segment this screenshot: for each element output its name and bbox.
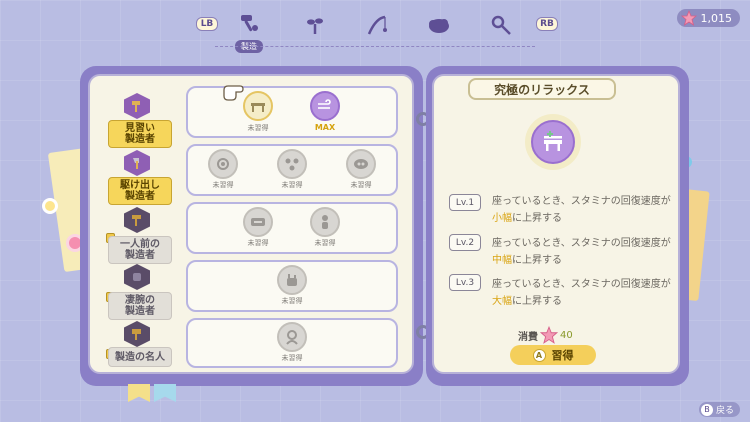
bug-net-icon — [491, 15, 511, 35]
desc-text: に上昇する — [512, 296, 562, 307]
bench-plus-icon — [544, 131, 562, 151]
skill-node[interactable] — [277, 149, 307, 179]
box-icon — [251, 218, 265, 226]
level-description: 座っているとき、スタミナの回復速度が中幅に上昇する — [492, 235, 672, 269]
rank-master[interactable]: 製造の名人 — [108, 347, 172, 367]
tab-bug-catching[interactable] — [488, 12, 514, 38]
tab-crafting[interactable] — [236, 10, 262, 36]
skill-node[interactable] — [208, 149, 238, 179]
level-badge: Lv.2 — [449, 234, 481, 251]
skill-node[interactable] — [277, 322, 307, 352]
top-bar: LB RB 製造 1,015 — [0, 0, 750, 60]
rank-expert[interactable]: 凄腕の 製造者 — [108, 292, 172, 320]
desc-highlight: 中幅 — [492, 255, 512, 266]
skill-status: 未習得 — [350, 181, 372, 189]
currency-display: 1,015 — [676, 9, 740, 27]
tab-divider — [215, 46, 535, 47]
currency-value: 1,015 — [700, 11, 733, 25]
skill-status: 未習得 — [281, 297, 303, 305]
desc-highlight: 小幅 — [492, 213, 512, 224]
level-badge: Lv.3 — [449, 274, 481, 291]
hammer-icon — [132, 329, 141, 340]
figure-icon — [322, 215, 328, 229]
skill-status: 未習得 — [212, 181, 234, 189]
desc-text: 座っているとき、スタミナの回復速度が — [492, 279, 671, 290]
skill-node[interactable] — [277, 265, 307, 295]
acquire-button[interactable]: A 習得 — [510, 345, 596, 365]
skill-status: 未習得 — [247, 124, 269, 132]
pointer-hand-icon — [223, 85, 244, 101]
desc-text: に上昇する — [512, 213, 562, 224]
nodes-icon — [285, 158, 299, 171]
back-hint[interactable]: B 戻る — [698, 402, 740, 417]
skill-status: 未習得 — [281, 181, 303, 189]
fishing-rod-icon — [367, 15, 387, 35]
flower-icon — [42, 198, 58, 214]
hammer-icon — [132, 101, 140, 112]
cloud-bubble-icon — [354, 159, 368, 169]
sprout-icon — [307, 18, 323, 34]
gauntlet-icon — [133, 273, 141, 281]
rank-apprentice[interactable]: 見習い 製造者 — [108, 120, 172, 148]
star-icon — [680, 10, 697, 26]
skill-status-max: MAX — [314, 123, 336, 132]
skill-node[interactable] — [346, 149, 376, 179]
level-description: 座っているとき、スタミナの回復速度が小幅に上昇する — [492, 193, 672, 227]
a-button-icon: A — [532, 348, 546, 362]
star-icon — [540, 326, 558, 344]
desc-text: 座っているとき、スタミナの回復速度が — [492, 238, 671, 249]
desc-text: 座っているとき、スタミナの回復速度が — [492, 196, 671, 207]
rank-competent[interactable]: 一人前の 製造者 — [108, 236, 172, 264]
back-label: 戻る — [715, 406, 734, 416]
cloud-icon — [429, 19, 449, 33]
person-icon — [286, 330, 298, 345]
skill-status: 未習得 — [314, 239, 336, 247]
skill-node[interactable] — [243, 207, 273, 237]
skill-title-banner: 究極のリラックス — [468, 78, 616, 100]
cost-value: 40 — [560, 329, 573, 341]
tab-gardening[interactable] — [302, 12, 328, 38]
skill-row — [186, 202, 398, 254]
cost-row: 消費 40 — [518, 326, 573, 344]
gear-icon — [217, 158, 229, 170]
wrench-icon — [287, 274, 297, 286]
tab-fishing[interactable] — [364, 12, 390, 38]
desc-text: に上昇する — [512, 255, 562, 266]
skill-status: 未習得 — [281, 354, 303, 362]
tab-cloud[interactable] — [426, 12, 452, 38]
level-badge: Lv.1 — [449, 194, 481, 211]
skill-status: 未習得 — [247, 239, 269, 247]
b-button-icon: B — [700, 403, 713, 416]
level-description: 座っているとき、スタミナの回復速度が大幅に上昇する — [492, 276, 672, 310]
hammer-icon — [132, 215, 141, 226]
bookmark-ribbon — [128, 384, 150, 402]
skill-icon-frame — [525, 114, 581, 170]
skill-node-maxed[interactable] — [310, 91, 340, 121]
hammer-icon — [241, 15, 258, 32]
wind-icon — [318, 99, 331, 109]
rank-novice[interactable]: 駆け出し 製造者 — [108, 177, 172, 205]
desc-highlight: 大幅 — [492, 296, 512, 307]
skill-title: 究極のリラックス — [494, 82, 590, 97]
rb-button[interactable]: RB — [536, 17, 558, 31]
acquire-label: 習得 — [551, 349, 574, 362]
bookmark-ribbon — [154, 384, 176, 402]
cost-label: 消費 — [518, 331, 538, 343]
skill-row — [186, 86, 398, 138]
bench-icon — [251, 103, 265, 112]
lb-button[interactable]: LB — [196, 17, 218, 31]
skill-icon-circle — [531, 120, 575, 164]
skill-node[interactable] — [310, 207, 340, 237]
axe-icon — [133, 158, 139, 169]
